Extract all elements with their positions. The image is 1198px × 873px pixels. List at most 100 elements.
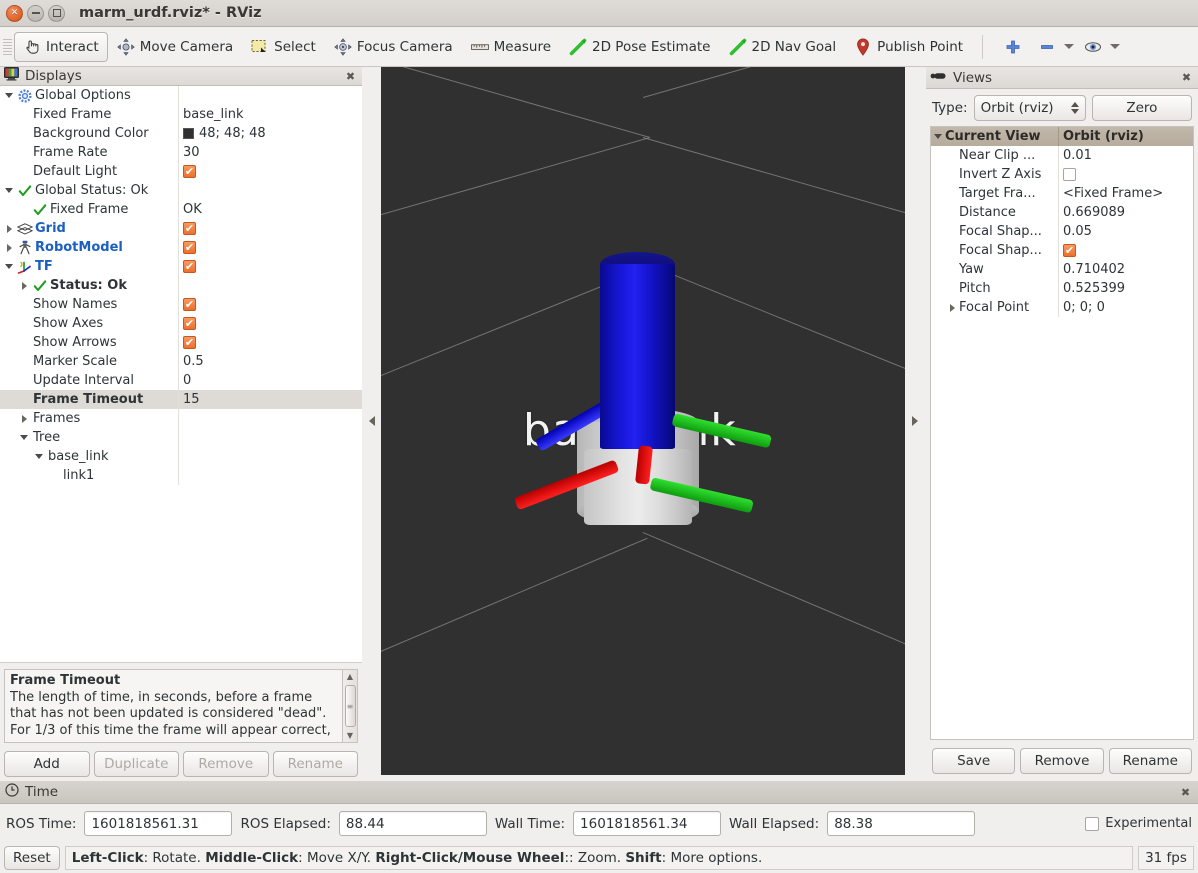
displays-tree-row[interactable]: Frame Timeout 15 xyxy=(0,390,362,409)
checkbox[interactable]: ✔ xyxy=(183,165,196,178)
checkbox[interactable]: ✔ xyxy=(183,298,196,311)
spinner-icon[interactable] xyxy=(1070,102,1079,114)
chevron-down-icon[interactable] xyxy=(2,264,16,269)
scroll-up-icon[interactable]: ▲ xyxy=(347,672,353,681)
toolbar-item-interact[interactable]: Interact xyxy=(14,31,108,62)
chevron-right-icon[interactable] xyxy=(17,414,31,423)
window-close-button[interactable]: ✕ xyxy=(6,4,23,22)
scroll-down-icon[interactable]: ▼ xyxy=(347,731,353,740)
chevron-down-icon[interactable] xyxy=(2,93,16,98)
toolbar-visibility-button[interactable] xyxy=(1079,32,1125,62)
views-row-value-cell[interactable]: 0.01 xyxy=(1059,148,1193,163)
displays-tree-row[interactable]: link1 xyxy=(0,466,362,485)
chevron-right-icon[interactable] xyxy=(2,243,16,252)
views-tree-row[interactable]: Distance 0.669089 xyxy=(931,203,1193,222)
checkbox[interactable]: ✔ xyxy=(183,336,196,349)
add-button[interactable]: Add xyxy=(4,751,90,777)
time-field-input[interactable]: 1601818561.31 xyxy=(84,811,233,836)
displays-tree[interactable]: Global Options Fixed Frame base_link Backgr… xyxy=(0,86,362,663)
displays-tree-row[interactable]: Show Axes ✔ xyxy=(0,314,362,333)
views-splitter-handle[interactable] xyxy=(906,67,924,775)
displays-row-value-cell[interactable]: 30 xyxy=(179,143,362,162)
views-tree-row[interactable]: Target Fra... <Fixed Frame> xyxy=(931,184,1193,203)
displays-tree-row[interactable]: Grid ✔ xyxy=(0,219,362,238)
displays-row-value-cell[interactable]: 0 xyxy=(179,371,362,390)
collapse-left-icon[interactable] xyxy=(369,416,375,426)
displays-row-value-cell[interactable] xyxy=(179,409,362,428)
toolbar-item-2d-pose-estimate[interactable]: 2D Pose Estimate xyxy=(560,32,719,62)
displays-tree-row[interactable]: Global Status: Ok xyxy=(0,181,362,200)
reset-button[interactable]: Reset xyxy=(4,846,60,870)
views-tree-row[interactable]: Pitch 0.525399 xyxy=(931,279,1193,298)
views-row-value-cell[interactable]: 0; 0; 0 xyxy=(1059,300,1193,315)
chevron-down-icon[interactable] xyxy=(17,435,31,440)
views-close-button[interactable]: ✖ xyxy=(1179,70,1194,85)
toolbar-item-move-camera[interactable]: Move Camera xyxy=(108,32,242,62)
displays-tree-row[interactable]: Marker Scale 0.5 xyxy=(0,352,362,371)
chevron-right-icon[interactable] xyxy=(945,303,959,312)
view-type-select[interactable]: Orbit (rviz) xyxy=(973,95,1086,121)
views-tree-row[interactable]: Near Clip ... 0.01 xyxy=(931,146,1193,165)
views-row-value-cell[interactable]: 0.05 xyxy=(1059,224,1193,239)
window-maximize-button[interactable] xyxy=(48,4,65,22)
displays-tree-row[interactable]: Tree xyxy=(0,428,362,447)
checkbox[interactable]: ✔ xyxy=(183,317,196,330)
views-tree-row[interactable]: Invert Z Axis xyxy=(931,165,1193,184)
experimental-checkbox-group[interactable]: Experimental xyxy=(1085,816,1192,831)
displays-tree-row[interactable]: Status: Ok xyxy=(0,276,362,295)
views-tree-row[interactable]: Yaw 0.710402 xyxy=(931,260,1193,279)
zero-button[interactable]: Zero xyxy=(1091,95,1192,121)
displays-tree-row[interactable]: base_link xyxy=(0,447,362,466)
toolbar-item-select[interactable]: Select xyxy=(242,32,325,62)
displays-row-value-cell[interactable]: 15 xyxy=(179,390,362,409)
time-close-button[interactable]: ✖ xyxy=(1178,785,1193,800)
displays-row-value-cell[interactable]: base_link xyxy=(179,105,362,124)
experimental-checkbox[interactable] xyxy=(1085,816,1100,831)
toolbar-item-publish-point[interactable]: Publish Point xyxy=(845,32,972,62)
toolbar-remove-button[interactable] xyxy=(1033,32,1079,62)
displays-tree-row[interactable]: Fixed Frame OK xyxy=(0,200,362,219)
displays-row-value-cell[interactable]: 0.5 xyxy=(179,352,362,371)
toolbar-item-2d-nav-goal[interactable]: 2D Nav Goal xyxy=(720,32,846,62)
displays-tree-row[interactable]: Global Options xyxy=(0,86,362,105)
displays-tree-row[interactable]: Fixed Frame base_link xyxy=(0,105,362,124)
save-view-button[interactable]: Save xyxy=(932,748,1016,774)
displays-row-value-cell[interactable] xyxy=(179,86,362,105)
displays-tree-row[interactable]: Frame Rate 30 xyxy=(0,143,362,162)
toolbar-grip[interactable] xyxy=(3,38,12,55)
displays-tree-row[interactable]: Default Light ✔ xyxy=(0,162,362,181)
chevron-down-icon[interactable] xyxy=(1064,44,1075,49)
chevron-down-icon[interactable] xyxy=(32,454,46,459)
displays-row-value-cell[interactable] xyxy=(179,181,362,200)
chevron-down-icon[interactable] xyxy=(931,134,945,139)
displays-row-value-cell[interactable]: ✔ xyxy=(179,162,362,181)
displays-row-value-cell[interactable]: ✔ xyxy=(179,238,362,257)
views-row-value-cell[interactable]: 0.710402 xyxy=(1059,262,1193,277)
displays-splitter-handle[interactable] xyxy=(363,67,381,775)
toolbar-item-measure[interactable]: Measure xyxy=(462,32,560,62)
displays-row-value-cell[interactable]: ✔ xyxy=(179,333,362,352)
displays-row-value-cell[interactable]: ✔ xyxy=(179,257,362,276)
displays-row-value-cell[interactable]: ✔ xyxy=(179,219,362,238)
time-field-input[interactable]: 1601818561.34 xyxy=(573,811,722,836)
displays-tree-row[interactable]: RobotModel ✔ xyxy=(0,238,362,257)
displays-row-value-cell[interactable] xyxy=(179,447,362,466)
chevron-right-icon[interactable] xyxy=(17,281,31,290)
checkbox[interactable]: ✔ xyxy=(1063,244,1076,257)
views-row-value-cell[interactable]: <Fixed Frame> xyxy=(1059,186,1193,201)
displays-row-value-cell[interactable]: OK xyxy=(179,200,362,219)
views-row-value-cell[interactable]: 0.669089 xyxy=(1059,205,1193,220)
color-swatch[interactable] xyxy=(183,128,194,139)
remove-view-button[interactable]: Remove xyxy=(1020,748,1104,774)
time-field-input[interactable]: 88.38 xyxy=(827,811,976,836)
checkbox[interactable]: ✔ xyxy=(183,241,196,254)
chevron-down-icon[interactable] xyxy=(2,188,16,193)
displays-row-value-cell[interactable] xyxy=(179,466,362,485)
displays-tree-row[interactable]: Frames xyxy=(0,409,362,428)
displays-tree-row[interactable]: Background Color 48; 48; 48 xyxy=(0,124,362,143)
displays-tree-row[interactable]: Show Names ✔ xyxy=(0,295,362,314)
views-tree-row[interactable]: Focal Point 0; 0; 0 xyxy=(931,298,1193,317)
description-scrollbar[interactable]: ▲ ≡ ▼ xyxy=(343,669,358,743)
rename-view-button[interactable]: Rename xyxy=(1108,748,1192,774)
displays-row-value-cell[interactable]: ✔ xyxy=(179,295,362,314)
